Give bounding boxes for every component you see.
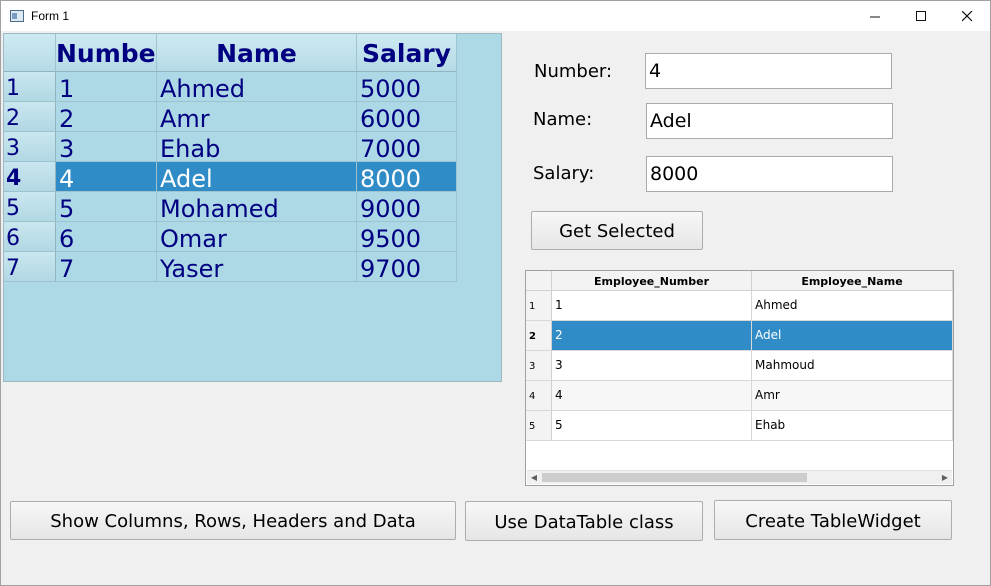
row-header[interactable]: 7 — [4, 252, 56, 282]
cell-name[interactable]: Ahmed — [157, 72, 357, 103]
cell-employee-number[interactable]: 1 — [552, 291, 752, 321]
show-columns-rows-headers-button[interactable]: Show Columns, Rows, Headers and Data — [10, 501, 456, 540]
row-header[interactable]: 5 — [526, 411, 552, 441]
scrollbar-thumb[interactable] — [542, 473, 807, 482]
table-row[interactable]: 1 1 Ahmed — [526, 291, 953, 321]
get-selected-button[interactable]: Get Selected — [531, 211, 703, 250]
window-title: Form 1 — [31, 9, 70, 23]
row-header[interactable]: 5 — [4, 192, 56, 222]
cell-employee-number[interactable]: 3 — [552, 351, 752, 381]
row-header[interactable]: 3 — [4, 132, 56, 162]
row-header[interactable]: 4 — [4, 162, 56, 192]
row-header[interactable]: 3 — [526, 351, 552, 381]
column-header-name[interactable]: Name — [157, 34, 357, 72]
name-field[interactable] — [646, 103, 893, 139]
cell-number[interactable]: 3 — [56, 132, 157, 163]
create-tablewidget-button[interactable]: Create TableWidget — [714, 500, 952, 540]
cell-name[interactable]: Omar — [157, 222, 357, 253]
row-header[interactable]: 4 — [526, 381, 552, 411]
cell-name[interactable]: Ehab — [157, 132, 357, 163]
cell-name[interactable]: Adel — [157, 162, 357, 193]
column-header-number[interactable]: Number — [56, 34, 168, 72]
cell-employee-number[interactable]: 5 — [552, 411, 752, 441]
minimize-button[interactable] — [852, 1, 898, 31]
cell-name[interactable]: Yaser — [157, 252, 357, 283]
use-datatable-button[interactable]: Use DataTable class — [465, 501, 703, 541]
salary-label: Salary: — [533, 163, 595, 184]
table-row-selected[interactable]: 4 4 Adel 8000 — [4, 162, 457, 193]
cell-employee-name[interactable]: Amr — [752, 381, 953, 411]
column-header-employee-name[interactable]: Employee_Name — [752, 271, 953, 291]
salary-field[interactable] — [646, 156, 893, 192]
scroll-right-icon[interactable]: ▶ — [938, 471, 952, 484]
table-row[interactable]: 2 2 Amr 6000 — [4, 102, 457, 133]
title-bar: Form 1 — [1, 1, 990, 31]
cell-salary[interactable]: 9500 — [357, 222, 457, 253]
table-row[interactable]: 5 5 Ehab — [526, 411, 953, 441]
horizontal-scrollbar[interactable]: ◀ ▶ — [527, 470, 952, 484]
cell-salary[interactable]: 7000 — [357, 132, 457, 163]
cell-salary[interactable]: 6000 — [357, 102, 457, 133]
cell-number[interactable]: 7 — [56, 252, 157, 283]
row-header[interactable]: 2 — [4, 102, 56, 132]
cell-employee-number[interactable]: 2 — [552, 321, 752, 351]
row-header[interactable]: 1 — [526, 291, 552, 321]
cell-salary[interactable]: 5000 — [357, 72, 457, 103]
cell-number[interactable]: 4 — [56, 162, 157, 193]
cell-number[interactable]: 2 — [56, 102, 157, 133]
maximize-button[interactable] — [898, 1, 944, 31]
name-label: Name: — [533, 109, 593, 130]
cell-salary[interactable]: 9700 — [357, 252, 457, 283]
table-row[interactable]: 1 1 Ahmed 5000 — [4, 72, 457, 103]
table-row[interactable]: 3 3 Ehab 7000 — [4, 132, 457, 163]
row-header[interactable]: 2 — [526, 321, 552, 351]
cell-salary[interactable]: 9000 — [357, 192, 457, 223]
cell-number[interactable]: 5 — [56, 192, 157, 223]
table-row[interactable]: 5 5 Mohamed 9000 — [4, 192, 457, 223]
cell-name[interactable]: Amr — [157, 102, 357, 133]
cell-salary[interactable]: 8000 — [357, 162, 457, 193]
cell-employee-name[interactable]: Ahmed — [752, 291, 953, 321]
table-corner — [4, 34, 56, 72]
number-field[interactable] — [645, 53, 892, 89]
employee-table[interactable]: Number Name Salary 1 1 Ahmed 5000 2 2 Am… — [3, 33, 502, 382]
cell-employee-name[interactable]: Adel — [752, 321, 953, 351]
table-row[interactable]: 7 7 Yaser 9700 — [4, 252, 457, 283]
employee-table-widget[interactable]: Employee_Number Employee_Name 1 1 Ahmed … — [525, 270, 954, 486]
cell-name[interactable]: Mohamed — [157, 192, 357, 223]
table-row[interactable]: 4 4 Amr — [526, 381, 953, 411]
table-row[interactable]: 3 3 Mahmoud — [526, 351, 953, 381]
table-row-selected[interactable]: 2 2 Adel — [526, 321, 953, 351]
row-header[interactable]: 6 — [4, 222, 56, 252]
minimize-icon — [869, 16, 880, 17]
column-header-salary[interactable]: Salary — [357, 34, 457, 72]
table-row[interactable]: 6 6 Omar 9500 — [4, 222, 457, 253]
cell-employee-number[interactable]: 4 — [552, 381, 752, 411]
row-header[interactable]: 1 — [4, 72, 56, 102]
app-icon — [10, 10, 24, 22]
close-icon — [961, 10, 972, 21]
cell-number[interactable]: 1 — [56, 72, 157, 103]
number-label: Number: — [534, 61, 613, 82]
maximize-icon — [915, 10, 926, 21]
table-corner — [526, 271, 552, 291]
cell-employee-name[interactable]: Mahmoud — [752, 351, 953, 381]
main-window: Form 1 Number Name Salary 1 1 Ahmed 5000… — [0, 0, 991, 586]
cell-number[interactable]: 6 — [56, 222, 157, 253]
column-header-employee-number[interactable]: Employee_Number — [552, 271, 752, 291]
scroll-left-icon[interactable]: ◀ — [527, 471, 541, 484]
cell-employee-name[interactable]: Ehab — [752, 411, 953, 441]
close-button[interactable] — [944, 1, 990, 31]
